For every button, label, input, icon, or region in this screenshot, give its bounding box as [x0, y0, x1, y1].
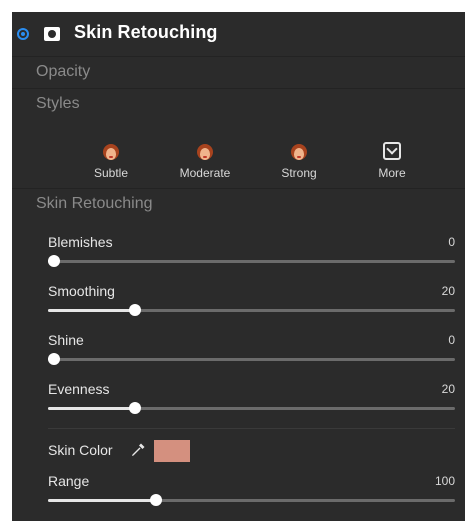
style-label: Strong: [281, 166, 317, 180]
divider: [48, 428, 455, 429]
slider-value: 100: [434, 474, 455, 488]
slider-value: 0: [448, 235, 455, 249]
skin-retouching-section[interactable]: Skin Retouching: [12, 188, 465, 219]
range-slider[interactable]: Range 100: [48, 473, 455, 519]
slider-fill: [48, 407, 135, 410]
slider-label: Blemishes: [48, 234, 113, 250]
style-label: Moderate: [179, 166, 231, 180]
active-radio-icon[interactable]: [17, 28, 29, 40]
face-icon: [291, 144, 307, 162]
slider-thumb[interactable]: [129, 402, 141, 414]
slider-track[interactable]: [48, 494, 455, 506]
slider-track[interactable]: [48, 255, 455, 267]
slider-thumb[interactable]: [48, 255, 60, 267]
slider-value: 20: [441, 382, 455, 396]
slider-value: 0: [448, 333, 455, 347]
slider-track[interactable]: [48, 304, 455, 316]
style-strong[interactable]: Strong: [259, 140, 339, 190]
blemishes-slider[interactable]: Blemishes 0: [48, 234, 455, 280]
smoothing-slider[interactable]: Smoothing 20: [48, 283, 455, 329]
styles-section[interactable]: Styles: [12, 88, 465, 119]
slider-thumb[interactable]: [48, 353, 60, 365]
eyedropper-icon[interactable]: [130, 442, 146, 458]
panel-header[interactable]: Skin Retouching: [12, 12, 465, 56]
slider-label: Range: [48, 473, 90, 489]
opacity-label: Opacity: [36, 63, 91, 80]
panel-title: Skin Retouching: [74, 22, 218, 42]
skin-color-row: Skin Color: [48, 438, 455, 464]
slider-thumb[interactable]: [150, 494, 162, 506]
mask-icon: [44, 27, 60, 41]
slider-track[interactable]: [48, 402, 455, 414]
styles-presets: Subtle Moderate Strong More: [12, 134, 465, 194]
slider-fill: [48, 309, 135, 312]
more-icon: [383, 142, 401, 160]
slider-label: Smoothing: [48, 283, 115, 299]
face-icon: [197, 144, 213, 162]
skin-retouching-label: Skin Retouching: [36, 195, 153, 212]
style-moderate[interactable]: Moderate: [165, 140, 245, 190]
style-more[interactable]: More: [352, 140, 432, 190]
slider-fill: [48, 499, 156, 502]
style-label: More: [378, 166, 406, 180]
slider-label: Evenness: [48, 381, 110, 397]
skin-color-label: Skin Color: [48, 442, 113, 458]
style-subtle[interactable]: Subtle: [71, 140, 151, 190]
skin-color-swatch[interactable]: [154, 440, 190, 462]
style-label: Subtle: [93, 166, 129, 180]
evenness-slider[interactable]: Evenness 20: [48, 381, 455, 427]
slider-label: Shine: [48, 332, 84, 348]
slider-track[interactable]: [48, 353, 455, 365]
slider-thumb[interactable]: [129, 304, 141, 316]
face-icon: [103, 144, 119, 162]
opacity-section[interactable]: Opacity: [12, 56, 465, 87]
skin-retouching-panel: Skin Retouching Opacity Styles Subtle Mo…: [12, 12, 465, 521]
styles-label: Styles: [36, 95, 80, 112]
shine-slider[interactable]: Shine 0: [48, 332, 455, 378]
slider-value: 20: [441, 284, 455, 298]
